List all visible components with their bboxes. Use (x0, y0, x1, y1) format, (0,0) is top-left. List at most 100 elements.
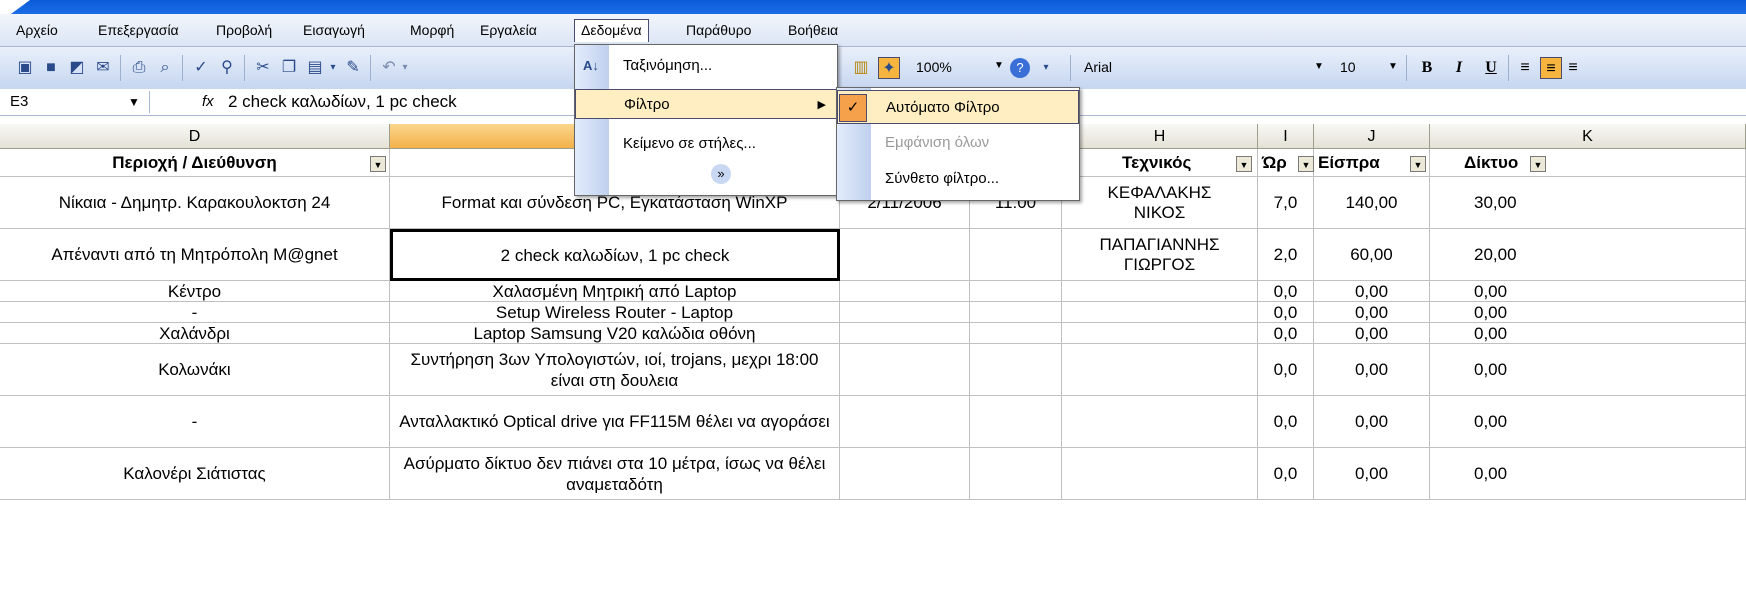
cell-K[interactable]: 0,00 (1430, 448, 1746, 500)
cell-J[interactable]: 0,00 (1314, 448, 1430, 500)
cell-G[interactable] (970, 281, 1062, 302)
font-dropdown-icon[interactable]: ▼ (1314, 61, 1324, 72)
research-icon[interactable]: ⚲ (216, 57, 238, 79)
size-dropdown-icon[interactable]: ▼ (1388, 61, 1398, 72)
menu-format[interactable]: Μορφή (404, 20, 460, 40)
cell-E[interactable]: Συντήρηση 3ων Υπολογιστών, ιοί, trojans,… (390, 344, 840, 396)
cell-H[interactable] (1062, 281, 1258, 302)
cell-I[interactable]: 0,0 (1258, 448, 1314, 500)
column-header-K[interactable]: K (1430, 124, 1746, 149)
cell-F[interactable] (840, 396, 970, 448)
email-icon[interactable]: ✉ (92, 57, 114, 79)
cell-I[interactable]: 0,0 (1258, 281, 1314, 302)
menu-item-sort[interactable]: A↓ Ταξινόμηση... (575, 51, 837, 81)
cell-J[interactable]: 60,00 (1314, 229, 1430, 281)
cell-J[interactable]: 0,00 (1314, 396, 1430, 448)
paste-icon[interactable]: ▤ (304, 57, 326, 79)
zoom-combo[interactable]: 100% ▼ (912, 56, 1008, 78)
help-icon[interactable]: ? (1010, 58, 1030, 78)
print-icon[interactable]: ⎙ (128, 57, 150, 79)
menu-item-advanced-filter[interactable]: Σύνθετο φίλτρο... (837, 162, 1079, 196)
column-header-D[interactable]: D (0, 124, 390, 149)
cell-K[interactable]: 0,00 (1430, 323, 1746, 344)
autofilter-dropdown-K[interactable]: ▼ (1530, 156, 1546, 172)
menu-help[interactable]: Βοήθεια (782, 20, 844, 40)
cell-I[interactable]: 0,0 (1258, 344, 1314, 396)
cell-J[interactable]: 0,00 (1314, 323, 1430, 344)
menu-tools[interactable]: Εργαλεία (474, 20, 543, 40)
paste-dropdown-icon[interactable]: ▾ (326, 57, 340, 79)
cell-H[interactable]: ΚΕΦΑΛΑΚΗΣ ΝΙΚΟΣ (1062, 177, 1258, 229)
cell-D[interactable]: Νίκαια - Δημητρ. Καρακουλοκτση 24 (0, 177, 390, 229)
cell-F[interactable] (840, 448, 970, 500)
cell-F[interactable] (840, 281, 970, 302)
autofilter-dropdown-D[interactable]: ▼ (370, 156, 386, 172)
chart-wizard-icon[interactable]: ▥ (850, 57, 872, 79)
menu-insert[interactable]: Εισαγωγή (297, 20, 371, 40)
drawing-icon[interactable]: ✦ (878, 57, 900, 79)
menu-file[interactable]: Αρχείο (10, 20, 64, 40)
underline-button[interactable]: U (1480, 57, 1502, 79)
cell-I[interactable]: 0,0 (1258, 323, 1314, 344)
cell-D[interactable]: - (0, 396, 390, 448)
cell-K[interactable]: 30,00 (1430, 177, 1746, 229)
name-box-dropdown-icon[interactable]: ▼ (128, 91, 140, 113)
align-left-icon[interactable]: ≡ (1514, 57, 1536, 79)
menu-edit[interactable]: Επεξεργασία (92, 20, 185, 40)
cell-D[interactable]: Κέντρο (0, 281, 390, 302)
formula-input[interactable]: 2 check καλωδίων, 1 pc check (228, 91, 457, 113)
cell-G[interactable] (970, 396, 1062, 448)
cell-H[interactable] (1062, 344, 1258, 396)
cell-H[interactable] (1062, 302, 1258, 323)
cell-D[interactable]: Κολωνάκι (0, 344, 390, 396)
autofilter-dropdown-J[interactable]: ▼ (1410, 156, 1426, 172)
align-right-icon[interactable]: ≡ (1566, 57, 1580, 79)
cell-D[interactable]: Χαλάνδρι (0, 323, 390, 344)
undo-dropdown-icon[interactable]: ▾ (398, 57, 412, 79)
toolbar-options-icon[interactable]: ▾ (1040, 57, 1052, 79)
cell-E[interactable]: Ανταλλακτικό Optical drive για FF115M θέ… (390, 396, 840, 448)
spelling-icon[interactable]: ✓ (190, 57, 212, 79)
cell-I[interactable]: 7,0 (1258, 177, 1314, 229)
column-header-I[interactable]: I (1258, 124, 1314, 149)
cell-F[interactable] (840, 323, 970, 344)
cell-D[interactable]: Απέναντι από τη Μητρόπολη M@gnet (0, 229, 390, 281)
copy-icon[interactable]: ❐ (278, 57, 300, 79)
cell-J[interactable]: 140,00 (1314, 177, 1430, 229)
cell-F[interactable] (840, 302, 970, 323)
cell-K[interactable]: 0,00 (1430, 344, 1746, 396)
cell-E[interactable]: Laptop Samsung V20 καλώδια οθόνη (390, 323, 840, 344)
cell-G[interactable] (970, 229, 1062, 281)
cut-icon[interactable]: ✂ (252, 57, 274, 79)
cell-I[interactable]: 0,0 (1258, 396, 1314, 448)
cell-K[interactable]: 0,00 (1430, 302, 1746, 323)
format-painter-icon[interactable]: ✎ (342, 57, 364, 79)
open-folder-icon[interactable]: ▣ (14, 57, 36, 79)
cell-E[interactable]: Setup Wireless Router - Laptop (390, 302, 840, 323)
cell-F[interactable] (840, 344, 970, 396)
cell-J[interactable]: 0,00 (1314, 281, 1430, 302)
font-name-combo[interactable]: Arial (1080, 56, 1312, 78)
cell-H[interactable] (1062, 448, 1258, 500)
cell-F[interactable] (840, 229, 970, 281)
column-header-H[interactable]: H (1062, 124, 1258, 149)
menu-item-autofilter[interactable]: ✓ Αυτόματο Φίλτρο (837, 90, 1079, 124)
autofilter-dropdown-I[interactable]: ▼ (1298, 156, 1314, 172)
menu-item-filter[interactable]: Φίλτρο ▶ (575, 89, 837, 119)
cell-K[interactable]: 0,00 (1430, 396, 1746, 448)
cell-K[interactable]: 0,00 (1430, 281, 1746, 302)
italic-button[interactable]: I (1448, 57, 1470, 79)
cell-D[interactable]: - (0, 302, 390, 323)
cell-I[interactable]: 2,0 (1258, 229, 1314, 281)
cell-E[interactable]: Ασύρματο δίκτυο δεν πιάνει στα 10 μέτρα,… (390, 448, 840, 500)
save-icon[interactable]: ■ (40, 57, 62, 79)
autofilter-dropdown-H[interactable]: ▼ (1236, 156, 1252, 172)
bold-button[interactable]: B (1416, 57, 1438, 79)
menu-item-show-all[interactable]: Εμφάνιση όλων (837, 126, 1079, 160)
cell-J[interactable]: 0,00 (1314, 302, 1430, 323)
cell-D[interactable]: Καλονέρι Σιάτιστας (0, 448, 390, 500)
cell-G[interactable] (970, 344, 1062, 396)
column-header-J[interactable]: J (1314, 124, 1430, 149)
cell-H[interactable] (1062, 323, 1258, 344)
active-cell-E3[interactable]: 2 check καλωδίων, 1 pc check (390, 229, 840, 281)
